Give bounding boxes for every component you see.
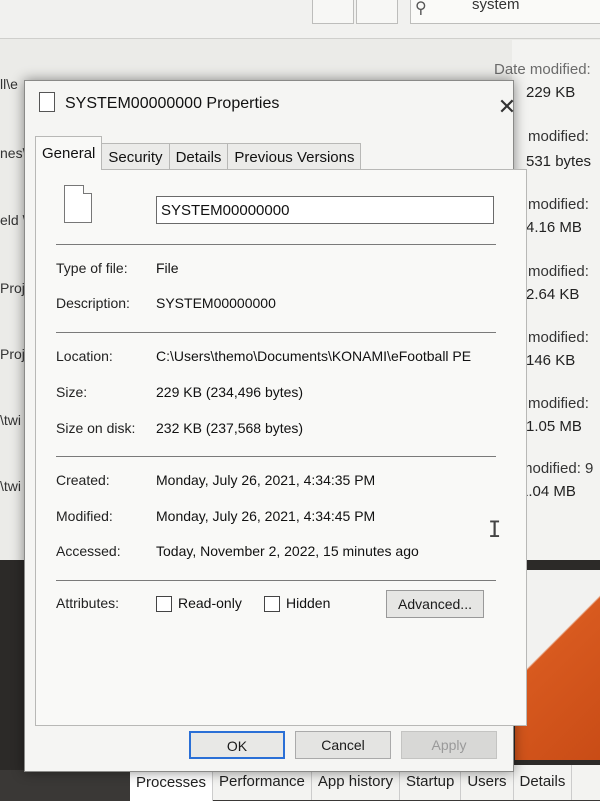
date-label: modified: [528, 329, 589, 346]
read-only-label[interactable]: Read-only [178, 595, 242, 611]
apply-button[interactable]: Apply [401, 731, 497, 759]
date-label: modified: [528, 263, 589, 280]
toolbar-button[interactable] [312, 0, 354, 24]
file-icon [64, 185, 92, 223]
size-value: 229 KB (234,496 bytes) [156, 384, 304, 400]
search-icon: ⚲ [415, 0, 427, 17]
file-size: 2.64 KB [526, 286, 580, 303]
file-size: 229 KB [526, 84, 576, 101]
modified-label: Modified: [56, 508, 113, 524]
size-on-disk-label: Size on disk: [56, 420, 136, 436]
divider [56, 244, 496, 245]
date-label: modified: [528, 196, 589, 213]
ok-button[interactable]: OK [189, 731, 285, 759]
file-size: 531 bytes [526, 153, 592, 170]
tab-previous-versions[interactable]: Previous Versions [227, 143, 362, 170]
location-label: Location: [56, 348, 113, 364]
attributes-label: Attributes: [56, 595, 120, 611]
file-name-field[interactable] [156, 196, 494, 224]
hidden-label[interactable]: Hidden [286, 595, 330, 611]
file-size: 1.05 MB [526, 418, 582, 435]
general-tab-panel: Type of file: File Description: SYSTEM00… [35, 169, 527, 726]
cancel-button[interactable]: Cancel [295, 731, 391, 759]
background-window-graphic [515, 570, 600, 760]
type-value: File [156, 260, 179, 276]
refresh-button[interactable] [356, 0, 398, 24]
size-on-disk-value: 232 KB (237,568 bytes) [156, 420, 304, 436]
date-label: modified: [528, 395, 589, 412]
tab-details[interactable]: Details [514, 765, 573, 800]
tab-security[interactable]: Security [101, 143, 170, 170]
accessed-label: Accessed: [56, 543, 121, 559]
created-label: Created: [56, 472, 110, 488]
divider [56, 332, 496, 333]
advanced-button[interactable]: Advanced... [386, 590, 484, 618]
accessed-value: Today, November 2, 2022, 15 minutes ago [156, 543, 419, 559]
date-modified-header[interactable]: Date modified: [494, 61, 591, 78]
file-icon [39, 92, 55, 112]
description-value: SYSTEM00000000 [156, 295, 276, 311]
description-label: Description: [56, 295, 130, 311]
file-size: 4.16 MB [526, 219, 582, 236]
file-size: 1.04 MB [520, 483, 576, 500]
dialog-tabbar: General Security Details Previous Versio… [35, 136, 362, 170]
date-label: modified: 9 [520, 460, 594, 477]
type-label: Type of file: [56, 260, 128, 276]
divider [56, 580, 496, 581]
file-size: 146 KB [526, 352, 576, 369]
divider [56, 456, 496, 457]
read-only-checkbox[interactable] [156, 596, 172, 612]
hidden-checkbox[interactable] [264, 596, 280, 612]
close-button[interactable]: ✕ [495, 95, 519, 119]
dialog-title: SYSTEM00000000 Properties [65, 95, 280, 112]
properties-dialog: SYSTEM00000000 Properties ✕ General Secu… [24, 80, 527, 772]
search-query[interactable]: system [472, 0, 520, 13]
tab-general[interactable]: General [35, 136, 103, 170]
tab-details[interactable]: Details [168, 143, 229, 170]
location-value: C:\Users\themo\Documents\KONAMI\eFootbal… [156, 348, 472, 364]
explorer-toolbar: ⚲ system [0, 0, 600, 39]
created-value: Monday, July 26, 2021, 4:34:35 PM [156, 472, 376, 488]
size-label: Size: [56, 384, 88, 400]
date-label: modified: [528, 128, 589, 145]
text-cursor-icon: I [488, 518, 502, 543]
modified-value: Monday, July 26, 2021, 4:34:45 PM [156, 508, 376, 524]
